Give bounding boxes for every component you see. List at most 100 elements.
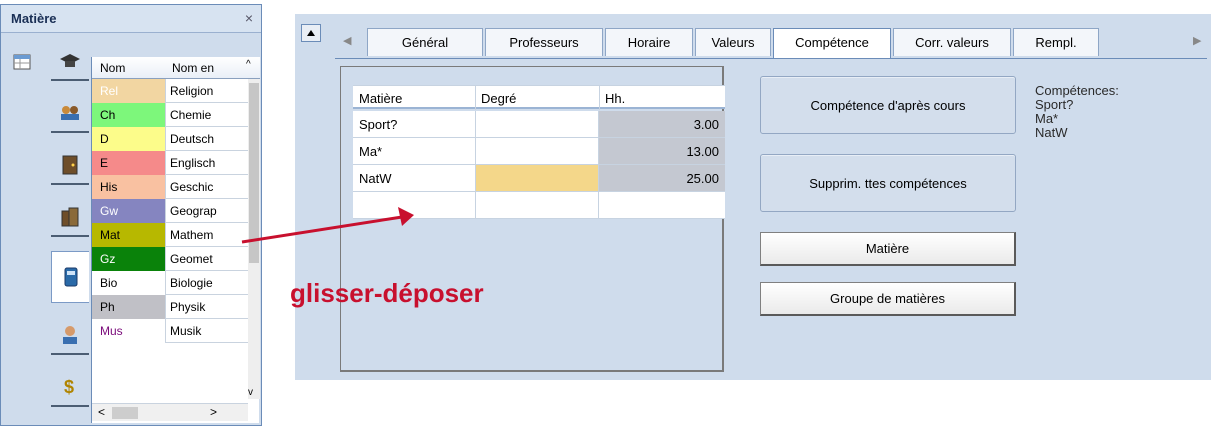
horizontal-scrollbar[interactable]: < > xyxy=(92,403,248,421)
header-divider xyxy=(599,86,600,110)
teacher-tab-icon[interactable] xyxy=(51,43,89,81)
subject-name-cell[interactable]: Deutsch xyxy=(170,132,242,146)
grid-header-nom[interactable]: Nom xyxy=(100,61,125,75)
table-row[interactable]: Bio Biologie xyxy=(92,271,248,295)
subject-code-cell[interactable]: D xyxy=(92,127,166,151)
building-tab-icon[interactable] xyxy=(51,199,89,237)
subject-code-cell[interactable]: Ph xyxy=(92,295,166,319)
vertical-scrollbar[interactable] xyxy=(248,79,260,399)
subject-name-cell[interactable]: Geograp xyxy=(170,204,242,218)
room-tab-icon[interactable] xyxy=(51,147,89,185)
degre-cell[interactable] xyxy=(475,165,599,191)
subject-tab-icon[interactable] xyxy=(51,251,89,303)
subject-code-cell[interactable]: His xyxy=(92,175,166,199)
table-row[interactable]: His Geschic xyxy=(92,175,248,199)
class-tab-icon[interactable] xyxy=(51,95,89,133)
delete-all-competences-button[interactable]: Supprim. ttes compétences xyxy=(760,154,1016,212)
subject-name-cell[interactable]: Biologie xyxy=(170,276,242,290)
table-row[interactable]: NatW 25.00 xyxy=(353,165,725,192)
panel-title: Matière xyxy=(11,11,57,26)
grid-view-icon[interactable] xyxy=(7,49,37,75)
table-row[interactable]: Ph Physik xyxy=(92,295,248,319)
header-degre[interactable]: Degré xyxy=(481,91,516,106)
subject-code-cell[interactable]: Bio xyxy=(92,271,166,295)
close-icon[interactable]: × xyxy=(245,10,253,26)
subject-code-cell[interactable]: Ch xyxy=(92,103,166,127)
header-matiere[interactable]: Matière xyxy=(359,91,402,106)
tab-scroll-right-icon[interactable]: ▶ xyxy=(1193,34,1201,47)
table-row[interactable]: Mat Mathem xyxy=(92,223,248,247)
subject-name-cell[interactable]: Musik xyxy=(170,324,242,338)
matiere-cell[interactable]: NatW xyxy=(359,171,392,186)
tab-scroll-left-icon[interactable]: ◀ xyxy=(343,34,351,47)
subject-code-cell[interactable]: E xyxy=(92,151,166,175)
side-toolbar: $ xyxy=(5,39,89,423)
grid-header: Nom Nom en ^ xyxy=(92,57,260,79)
degre-cell[interactable] xyxy=(475,192,599,218)
subject-group-button[interactable]: Groupe de matières xyxy=(760,282,1016,316)
competence-item: Sport? xyxy=(1035,97,1074,112)
tab-corr-valeurs[interactable]: Corr. valeurs xyxy=(893,28,1011,56)
table-row[interactable]: D Deutsch xyxy=(92,127,248,151)
tab-horaire[interactable]: Horaire xyxy=(605,28,693,56)
competences-title: Compétences: xyxy=(1035,83,1119,98)
scroll-left-icon[interactable]: < xyxy=(98,405,105,419)
hh-cell[interactable]: 3.00 xyxy=(599,111,725,137)
table-row[interactable]: Gw Geograp xyxy=(92,199,248,223)
competence-item: Ma* xyxy=(1035,111,1059,126)
subject-code-cell[interactable]: Rel xyxy=(92,79,166,103)
subject-button[interactable]: Matière xyxy=(760,232,1016,266)
subject-grid: Nom Nom en ^ Rel Religion Ch Chemie D Deutsch… xyxy=(91,57,260,423)
svg-text:$: $ xyxy=(64,377,74,397)
subject-name-cell[interactable]: Geschic xyxy=(170,180,242,194)
subject-name-cell[interactable]: Religion xyxy=(170,84,242,98)
hh-cell[interactable]: 25.00 xyxy=(599,165,725,191)
table-row[interactable]: Sport? 3.00 xyxy=(353,111,725,138)
tab-professeurs[interactable]: Professeurs xyxy=(485,28,603,56)
matiere-cell[interactable]: Ma* xyxy=(359,144,382,159)
subject-name-cell[interactable]: Physik xyxy=(170,300,242,314)
table-row[interactable]: Ma* 13.00 xyxy=(353,138,725,165)
header-hh[interactable]: Hh. xyxy=(605,91,625,106)
dollar-tab-icon[interactable]: $ xyxy=(51,369,89,407)
competences-summary: Compétences: Sport? Ma* NatW xyxy=(1035,84,1119,140)
degre-cell[interactable] xyxy=(475,111,599,137)
subject-name-cell[interactable]: Mathem xyxy=(170,228,242,242)
table-row[interactable]: Mus Musik xyxy=(92,319,248,343)
header-divider xyxy=(475,86,476,110)
degre-cell[interactable] xyxy=(475,138,599,164)
table-row[interactable]: E Englisch xyxy=(92,151,248,175)
subject-code-cell[interactable]: Mat xyxy=(92,223,166,247)
hh-cell[interactable] xyxy=(599,192,725,218)
subject-code-cell[interactable]: Gw xyxy=(92,199,166,223)
competence-table-header: Matière Degré Hh. xyxy=(353,85,725,110)
tab-competence[interactable]: Compétence xyxy=(773,28,891,58)
subject-name-cell[interactable]: Englisch xyxy=(170,156,242,170)
student-tab-icon[interactable] xyxy=(51,317,89,355)
table-row[interactable]: Gz Geomet xyxy=(92,247,248,271)
table-row[interactable]: Rel Religion xyxy=(92,79,248,103)
scroll-up-icon[interactable]: ^ xyxy=(246,59,251,70)
scroll-right-icon[interactable]: > xyxy=(210,405,217,419)
subject-code-cell[interactable]: Mus xyxy=(92,319,166,343)
tab-bar: ◀ Général Professeurs Horaire Valeurs Co… xyxy=(335,28,1211,58)
subject-detail-panel: ◀ Général Professeurs Horaire Valeurs Co… xyxy=(295,14,1211,380)
hh-cell[interactable]: 13.00 xyxy=(599,138,725,164)
tab-valeurs[interactable]: Valeurs xyxy=(695,28,771,56)
competence-item: NatW xyxy=(1035,125,1068,140)
scroll-down-icon[interactable]: v xyxy=(248,387,253,398)
table-row[interactable]: Ch Chemie xyxy=(92,103,248,127)
subject-code-cell[interactable]: Gz xyxy=(92,247,166,271)
subject-name-cell[interactable]: Geomet xyxy=(170,252,242,266)
hscroll-thumb[interactable] xyxy=(112,407,138,419)
tab-rempl[interactable]: Rempl. xyxy=(1013,28,1099,56)
competence-from-courses-button[interactable]: Compétence d'après cours xyxy=(760,76,1016,134)
grid-header-nom-en[interactable]: Nom en xyxy=(172,61,214,75)
tab-content-border xyxy=(335,58,1207,59)
matiere-cell[interactable]: Sport? xyxy=(359,117,397,132)
scroll-thumb[interactable] xyxy=(249,83,259,263)
collapse-button[interactable] xyxy=(301,24,321,42)
tab-general[interactable]: Général xyxy=(367,28,483,56)
table-row[interactable] xyxy=(353,192,725,219)
subject-name-cell[interactable]: Chemie xyxy=(170,108,242,122)
